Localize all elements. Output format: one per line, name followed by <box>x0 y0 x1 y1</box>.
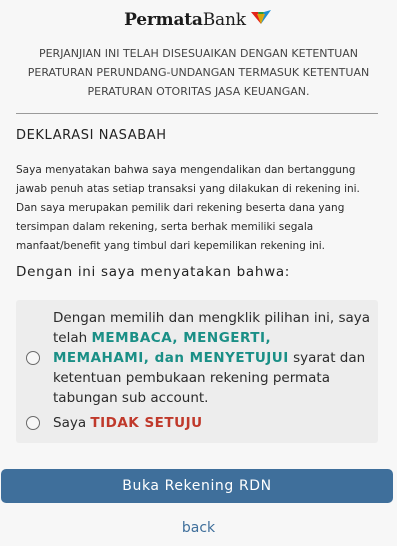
brand-name: PermataBank <box>124 10 246 30</box>
disagree-radio[interactable] <box>26 416 40 430</box>
agree-radio[interactable] <box>26 351 40 365</box>
agree-option[interactable]: Dengan memilih dan mengklik pilihan ini,… <box>26 308 371 408</box>
statement-heading: Dengan ini saya menyatakan bahwa: <box>16 264 291 280</box>
disagree-emphasis: TIDAK SETUJU <box>90 415 203 431</box>
open-rdn-account-button[interactable]: Buka Rekening RDN <box>1 469 393 503</box>
divider <box>16 113 378 114</box>
declaration-body: Saya menyatakan bahwa saya mengendalikan… <box>16 164 360 252</box>
disagree-label[interactable]: Saya TIDAK SETUJU <box>53 415 203 431</box>
permata-bank-logo: PermataBank <box>0 8 397 32</box>
declaration-title: DEKLARASI NASABAH <box>16 128 167 143</box>
regulation-notice: PERJANJIAN INI TELAH DISESUAIKAN DENGAN … <box>27 47 370 98</box>
permata-logo-icon <box>250 10 271 24</box>
disagree-option[interactable]: Saya TIDAK SETUJU <box>26 415 203 431</box>
consent-options: Dengan memilih dan mengklik pilihan ini,… <box>16 300 378 443</box>
agree-label[interactable]: Dengan memilih dan mengklik pilihan ini,… <box>53 308 371 408</box>
back-link[interactable]: back <box>0 520 397 536</box>
